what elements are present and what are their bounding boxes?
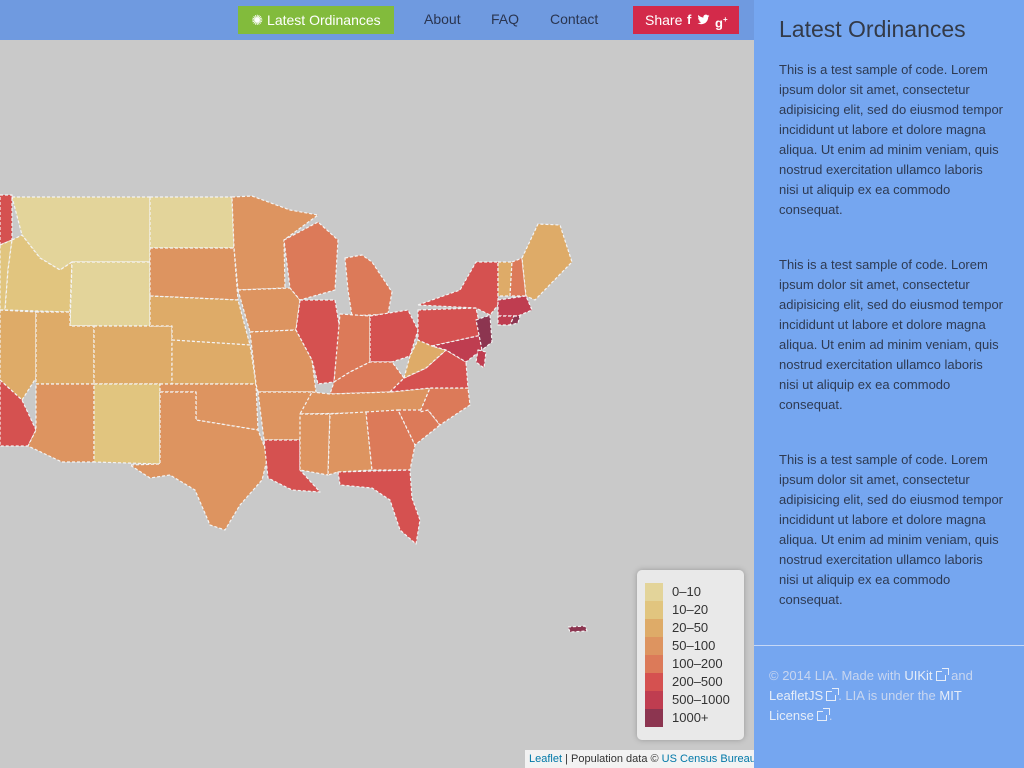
- attribution-text: | Population data ©: [562, 753, 662, 765]
- external-link-icon: [826, 688, 840, 701]
- nav-link-about[interactable]: About: [424, 11, 461, 27]
- state-michigan[interactable]: [344, 254, 393, 317]
- latest-ordinances-label: Latest Ordinances: [267, 12, 381, 28]
- state-kansas[interactable]: [171, 339, 257, 385]
- uikit-link[interactable]: UIKit: [904, 668, 932, 683]
- legend-label: 500–1000: [672, 692, 730, 707]
- state-colorado[interactable]: [93, 325, 173, 385]
- external-link-icon: [935, 668, 949, 681]
- legend-swatch: [645, 637, 663, 655]
- sidebar-paragraph: This is a test sample of code. Lorem ips…: [779, 452, 1004, 607]
- legend-swatch: [645, 583, 663, 601]
- map-attribution: Leaflet | Population data © US Census Bu…: [525, 750, 756, 768]
- legend-item: 0–10: [645, 583, 740, 601]
- legend-item: 10–20: [645, 601, 740, 619]
- census-link[interactable]: US Census Bureau: [662, 753, 756, 765]
- legend-swatch: [645, 709, 663, 727]
- sidebar-paragraph: This is a test sample of code. Lorem ips…: [779, 257, 1004, 412]
- state-new-mexico[interactable]: [93, 383, 161, 465]
- share-label: Share: [645, 12, 683, 28]
- state-north-dakota[interactable]: [149, 196, 235, 249]
- state-new-york[interactable]: [417, 261, 499, 316]
- state-wyoming[interactable]: [69, 261, 151, 327]
- share-button[interactable]: Share f g+: [633, 6, 739, 34]
- latest-ordinances-button[interactable]: ✺ Latest Ordinances: [238, 6, 394, 34]
- footer-text: and: [947, 668, 973, 683]
- state-ohio[interactable]: [369, 309, 419, 363]
- state-maine[interactable]: [521, 223, 573, 301]
- top-navbar: ✺ Latest Ordinances About FAQ Contact Sha…: [0, 0, 754, 40]
- legend-label: 0–10: [672, 584, 701, 599]
- legend-item: 200–500: [645, 673, 740, 691]
- legend-item: 100–200: [645, 655, 740, 673]
- state-alabama[interactable]: [327, 411, 373, 476]
- nav-link-contact[interactable]: Contact: [550, 11, 598, 27]
- legend-label: 50–100: [672, 638, 716, 653]
- facebook-icon[interactable]: f: [687, 6, 691, 34]
- legend-label: 100–200: [672, 656, 723, 671]
- state-mississippi[interactable]: [299, 413, 331, 476]
- state-south-dakota[interactable]: [149, 247, 239, 301]
- legend-label: 10–20: [672, 602, 709, 617]
- state-washington[interactable]: [0, 194, 13, 246]
- legend-item: 1000+: [645, 709, 740, 727]
- sidebar-divider: [754, 645, 1024, 646]
- legend-swatch: [645, 673, 663, 691]
- state-massachusetts[interactable]: [497, 295, 533, 317]
- state-puerto-rico[interactable]: [567, 625, 588, 633]
- gear-icon: ✺: [251, 12, 264, 28]
- legend-swatch: [645, 655, 663, 673]
- legend-item: 50–100: [645, 637, 740, 655]
- map-legend: 0–10 10–20 20–50 50–100 100–200 200–500 500–10…: [637, 570, 744, 740]
- sidebar: Latest Ordinances This is a test sample …: [754, 0, 1024, 768]
- footer-text: . LIA is under the: [838, 688, 940, 703]
- legend-item: 500–1000: [645, 691, 740, 709]
- legend-swatch: [645, 619, 663, 637]
- state-arizona[interactable]: [27, 383, 95, 463]
- legend-swatch: [645, 601, 663, 619]
- legend-item: 20–50: [645, 619, 740, 637]
- nav-link-faq[interactable]: FAQ: [491, 11, 519, 27]
- external-link-icon: [816, 708, 830, 721]
- legend-label: 20–50: [672, 620, 709, 635]
- state-iowa[interactable]: [237, 287, 301, 333]
- twitter-icon[interactable]: [697, 6, 710, 34]
- legend-label: 200–500: [672, 674, 723, 689]
- leaflet-link[interactable]: Leaflet: [529, 753, 562, 765]
- leafletjs-link[interactable]: LeafletJS: [769, 688, 823, 703]
- sidebar-title: Latest Ordinances: [779, 16, 966, 42]
- sidebar-paragraph: This is a test sample of code. Lorem ips…: [779, 62, 1004, 217]
- google-plus-icon[interactable]: g+: [715, 6, 728, 37]
- legend-label: 1000+: [672, 710, 709, 725]
- legend-swatch: [645, 691, 663, 709]
- state-florida[interactable]: [337, 469, 421, 545]
- sidebar-footer: © 2014 LIA. Made with UIKit and LeafletJ…: [769, 666, 1009, 726]
- footer-text: © 2014 LIA. Made with: [769, 668, 905, 683]
